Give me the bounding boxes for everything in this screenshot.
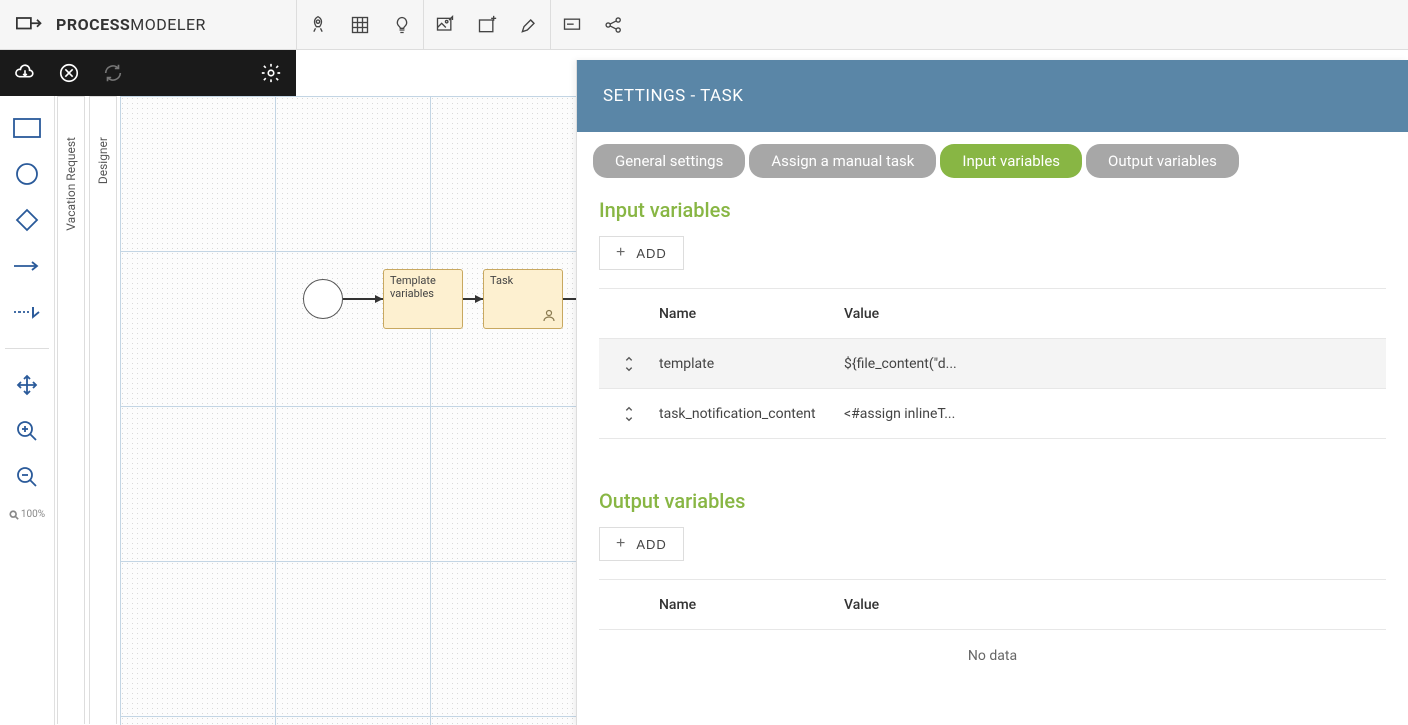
variable-name: task_notification_content — [659, 406, 844, 422]
plus-icon: + — [616, 245, 626, 261]
col-header-value: Value — [844, 597, 1386, 613]
variable-value: ${file_content("d... — [844, 356, 1386, 372]
zoom-in-button[interactable] — [11, 417, 43, 445]
output-section-title: Output variables — [599, 489, 1386, 513]
add-output-variable-button[interactable]: +ADD — [599, 527, 684, 561]
shape-palette: 100% — [0, 96, 55, 725]
table-header-row: Name Value — [599, 580, 1386, 630]
input-section-title: Input variables — [599, 198, 1386, 222]
move-tool-button[interactable] — [11, 371, 43, 399]
form-button[interactable] — [551, 0, 593, 49]
tips-button[interactable] — [381, 0, 423, 49]
col-header-name: Name — [659, 306, 844, 322]
settings-gear-button[interactable] — [256, 58, 286, 88]
arrow-tool-button[interactable] — [11, 252, 43, 280]
panel-title: SETTINGS - TASK — [577, 60, 1408, 132]
app-header: PROCESSMODELER — [0, 0, 1408, 50]
input-variables-table: Name Value template ${file_content("d...… — [599, 288, 1386, 439]
variable-value: <#assign inlineT... — [844, 406, 1386, 422]
tab-input-variables[interactable]: Input variables — [940, 144, 1082, 178]
task-node-task[interactable]: Task — [483, 269, 563, 329]
new-canvas-button[interactable] — [466, 0, 508, 49]
graph-button[interactable] — [593, 0, 635, 49]
tab-general-settings[interactable]: General settings — [593, 144, 745, 178]
drag-handle-icon[interactable] — [599, 405, 659, 423]
zoom-level-label: 100% — [9, 509, 45, 520]
grid-toggle-button[interactable] — [339, 0, 381, 49]
palette-divider — [5, 348, 48, 349]
app-logo-icon — [16, 13, 44, 37]
cloud-save-button[interactable] — [10, 58, 40, 88]
arrow-head-icon — [475, 295, 483, 303]
drag-handle-icon[interactable] — [599, 355, 659, 373]
doc-tab-vacation-request[interactable]: Vacation Request — [57, 96, 85, 724]
app-title: PROCESSMODELER — [56, 15, 206, 34]
color-picker-button[interactable] — [508, 0, 550, 49]
cancel-button[interactable] — [54, 58, 84, 88]
link-tool-button[interactable] — [11, 298, 43, 326]
zoom-out-button[interactable] — [11, 463, 43, 491]
table-row[interactable]: task_notification_content <#assign inlin… — [599, 389, 1386, 439]
export-image-button[interactable] — [424, 0, 466, 49]
settings-panel: SETTINGS - TASK General settings Assign … — [576, 60, 1408, 725]
table-row[interactable]: template ${file_content("d... — [599, 339, 1386, 389]
add-input-variable-button[interactable]: +ADD — [599, 236, 684, 270]
refresh-button[interactable] — [98, 58, 128, 88]
doc-tab-designer[interactable]: Designer — [89, 96, 117, 724]
deploy-button[interactable] — [297, 0, 339, 49]
rect-shape-button[interactable] — [11, 114, 43, 142]
task-node-template-variables[interactable]: Template variables — [383, 269, 463, 329]
plus-icon: + — [616, 536, 626, 552]
panel-tabs: General settings Assign a manual task In… — [577, 132, 1408, 178]
circle-shape-button[interactable] — [11, 160, 43, 188]
variable-name: template — [659, 356, 844, 372]
logo-area: PROCESSMODELER — [0, 13, 296, 37]
top-toolbar — [296, 0, 635, 49]
no-data-label: No data — [599, 630, 1386, 682]
output-variables-table: Name Value No data — [599, 579, 1386, 682]
col-header-name: Name — [659, 597, 844, 613]
tab-output-variables[interactable]: Output variables — [1086, 144, 1239, 178]
start-event-node[interactable] — [303, 279, 343, 319]
tab-assign-manual-task[interactable]: Assign a manual task — [749, 144, 936, 178]
project-toolbar — [0, 50, 296, 96]
diamond-shape-button[interactable] — [11, 206, 43, 234]
arrow-head-icon — [375, 295, 383, 303]
col-header-value: Value — [844, 306, 1386, 322]
user-task-icon — [542, 309, 556, 324]
table-header-row: Name Value — [599, 289, 1386, 339]
output-variables-section: Output variables +ADD Name Value No data — [577, 469, 1408, 682]
input-variables-section: Input variables +ADD Name Value template… — [577, 178, 1408, 439]
